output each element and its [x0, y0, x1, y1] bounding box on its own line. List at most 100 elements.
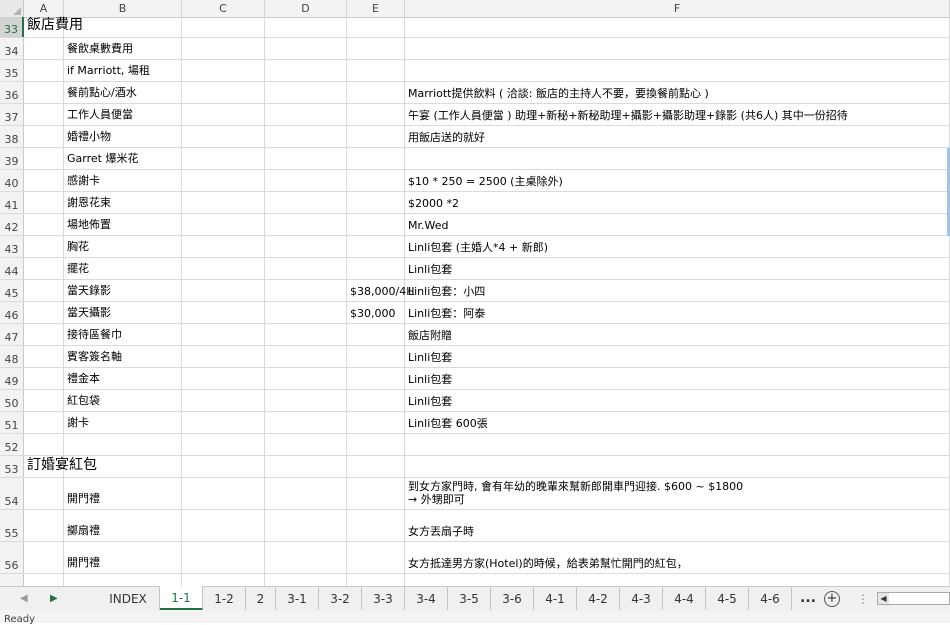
cell-f[interactable]: Linli包套 600張: [405, 412, 950, 433]
cell-b[interactable]: 當天錄影: [64, 280, 182, 301]
cell-f[interactable]: Linli包套: [405, 346, 950, 367]
cell-b[interactable]: 開門禮: [64, 542, 182, 573]
cell-b[interactable]: 接待區餐巾: [64, 324, 182, 345]
row-header[interactable]: 54: [0, 478, 24, 509]
cell-d[interactable]: [265, 368, 347, 389]
sheet-tab[interactable]: 3-5: [448, 587, 491, 610]
cell-b[interactable]: 謝卡: [64, 412, 182, 433]
cell-c[interactable]: [182, 236, 265, 257]
cell-c[interactable]: [182, 38, 265, 59]
cell-d[interactable]: [265, 302, 347, 323]
row-header[interactable]: 50: [0, 390, 24, 411]
cell-f[interactable]: 到女方家門時, 會有年幼的晚輩來幫新郎開車門迎接. $600 ~ $1800 →…: [405, 478, 950, 509]
column-header-f[interactable]: F: [405, 0, 950, 17]
row-header[interactable]: 40: [0, 170, 24, 191]
cell-d[interactable]: [265, 412, 347, 433]
cell-a[interactable]: [24, 258, 64, 279]
cell-f[interactable]: Linli包套：阿泰: [405, 302, 950, 323]
cell-d[interactable]: [265, 434, 347, 455]
cell-c[interactable]: [182, 170, 265, 191]
row-header[interactable]: 55: [0, 510, 24, 541]
cell-e[interactable]: [347, 510, 405, 541]
cell-f[interactable]: [405, 434, 950, 455]
cell-d[interactable]: [265, 478, 347, 509]
cell-b[interactable]: 禮金本: [64, 368, 182, 389]
cell-a[interactable]: [24, 346, 64, 367]
scroll-left-icon[interactable]: ◀: [878, 593, 889, 604]
cell-e[interactable]: [347, 236, 405, 257]
cell-b[interactable]: 當天攝影: [64, 302, 182, 323]
cell-c[interactable]: [182, 346, 265, 367]
row-header[interactable]: 45: [0, 280, 24, 301]
cell-e[interactable]: [347, 17, 405, 37]
cell-d[interactable]: [265, 38, 347, 59]
sheet-tab[interactable]: 4-3: [620, 587, 663, 610]
add-sheet-icon[interactable]: +: [824, 591, 840, 607]
cell-e[interactable]: [347, 38, 405, 59]
column-header-d[interactable]: D: [265, 0, 347, 17]
cell-e[interactable]: [347, 390, 405, 411]
cell-b[interactable]: [64, 17, 182, 37]
cell-e[interactable]: [347, 412, 405, 433]
cell-a[interactable]: [24, 390, 64, 411]
cell-e[interactable]: $38,000/4H: [347, 280, 414, 301]
cell-d[interactable]: [265, 456, 347, 477]
cell-f[interactable]: $10 * 250 = 2500 (主桌除外): [405, 170, 950, 191]
sheet-tab[interactable]: 3-3: [362, 587, 405, 610]
cell-f[interactable]: [405, 38, 950, 59]
row-header[interactable]: 49: [0, 368, 24, 389]
cell-c[interactable]: [182, 574, 265, 586]
cell-a[interactable]: [24, 478, 64, 509]
cell-f[interactable]: Linli包套: [405, 368, 950, 389]
cell-c[interactable]: [182, 17, 265, 37]
cell-d[interactable]: [265, 280, 347, 301]
cell-e[interactable]: [347, 60, 405, 81]
cell-d[interactable]: [265, 104, 347, 125]
more-sheets-button[interactable]: ...: [800, 587, 816, 611]
cell-b[interactable]: if Marriott, 場租: [64, 60, 182, 81]
cell-a[interactable]: [24, 542, 64, 573]
cell-d[interactable]: [265, 510, 347, 541]
cell-f[interactable]: 午宴 (工作人員便當 ) 助理+新秘+新秘助理+攝影+攝影助理+錄影 (共6人)…: [405, 104, 950, 125]
cell-c[interactable]: [182, 280, 265, 301]
prev-sheet-arrow-icon[interactable]: ◀: [20, 587, 28, 611]
row-header[interactable]: 56: [0, 542, 24, 573]
cell-e[interactable]: [347, 324, 405, 345]
sheet-tab[interactable]: 4-1: [534, 587, 577, 610]
cell-c[interactable]: [182, 302, 265, 323]
row-header[interactable]: 37: [0, 104, 24, 125]
cell-f[interactable]: Marriott提供飲料 ( 洽談: 飯店的主持人不要，要換餐前點心 ): [405, 82, 950, 103]
cell-f[interactable]: 女方抵達男方家(Hotel)的時候，給表弟幫忙開門的紅包，: [405, 542, 950, 573]
cell-a[interactable]: [24, 412, 64, 433]
cell-f[interactable]: 男方贈予新娘的未婚弟妹 $600 ~ $1800: [405, 574, 950, 586]
row-header[interactable]: 48: [0, 346, 24, 367]
cell-b[interactable]: 胸花: [64, 236, 182, 257]
cell-f[interactable]: [405, 148, 950, 169]
cell-e[interactable]: [347, 574, 405, 586]
cell-c[interactable]: [182, 510, 265, 541]
cell-f[interactable]: [405, 17, 950, 37]
cell-c[interactable]: [182, 434, 265, 455]
cell-e[interactable]: [347, 170, 405, 191]
cell-b[interactable]: 開門禮: [64, 478, 182, 509]
sheet-tab[interactable]: 3-2: [319, 587, 362, 610]
cell-a[interactable]: [24, 510, 64, 541]
cell-f[interactable]: Mr.Wed: [405, 214, 950, 235]
row-header[interactable]: 46: [0, 302, 24, 323]
sheet-tab[interactable]: 3-4: [405, 587, 448, 610]
cell-d[interactable]: [265, 126, 347, 147]
cell-b[interactable]: 餐前點心/酒水: [64, 82, 182, 103]
cell-a[interactable]: [24, 236, 64, 257]
cell-e[interactable]: [347, 542, 405, 573]
cell-a[interactable]: [24, 280, 64, 301]
cell-f[interactable]: Linli包套: [405, 258, 950, 279]
cell-a[interactable]: [24, 574, 64, 586]
cell-b[interactable]: 擲扇禮: [64, 510, 182, 541]
row-header[interactable]: 43: [0, 236, 24, 257]
cell-a[interactable]: 飯店費用: [24, 17, 83, 37]
cell-a[interactable]: [24, 324, 64, 345]
cell-a[interactable]: [24, 192, 64, 213]
cell-d[interactable]: [265, 258, 347, 279]
sheet-tab[interactable]: 4-5: [706, 587, 749, 610]
cell-a[interactable]: [24, 368, 64, 389]
